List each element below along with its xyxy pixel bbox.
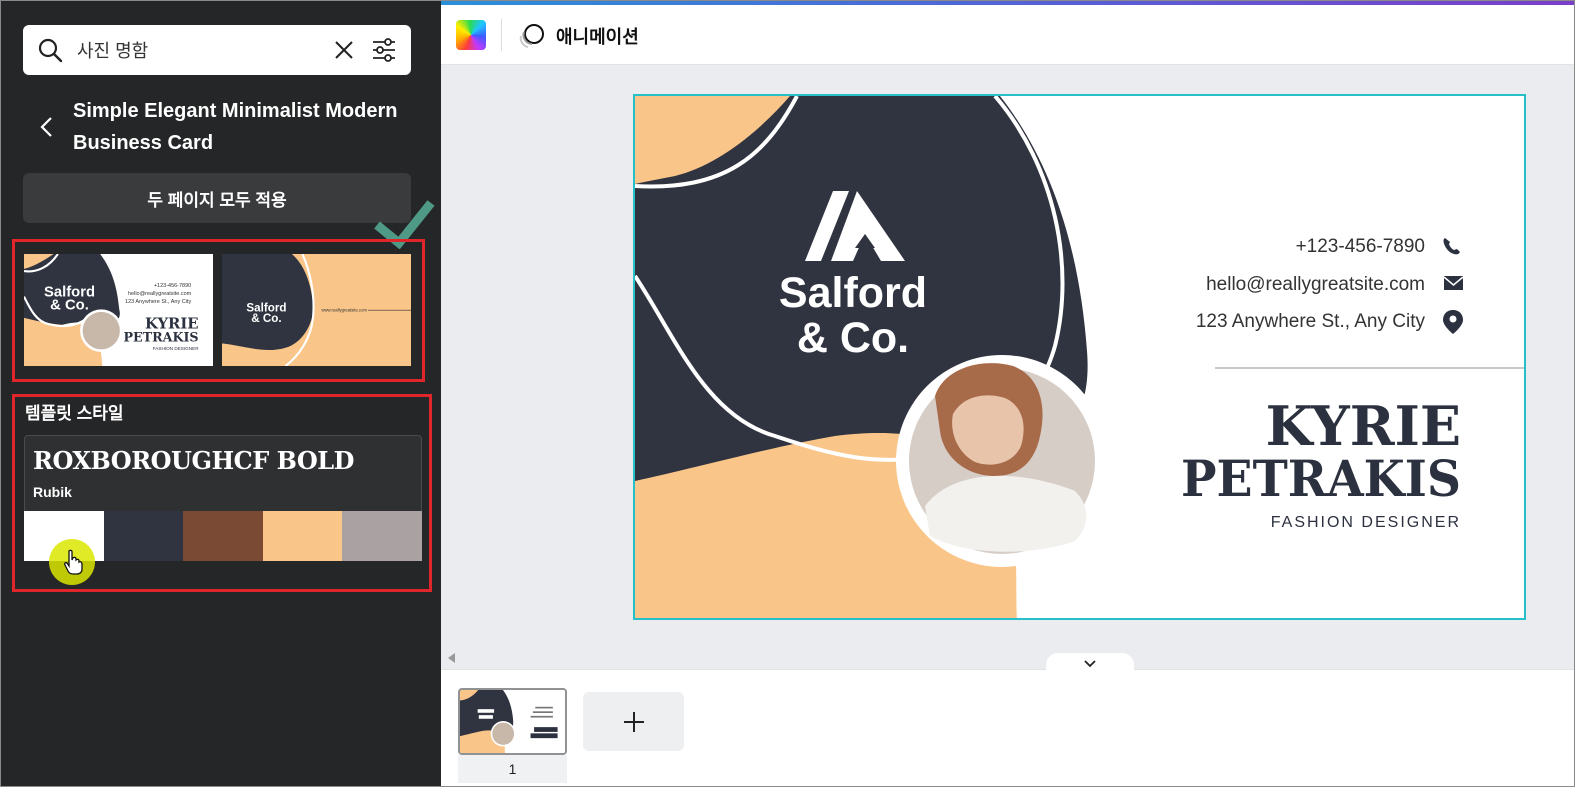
body-font-name: Rubik [33,484,72,500]
phone-text: +123-456-7890 [1296,236,1425,257]
search-bar[interactable]: 사진 명함 [23,25,411,75]
page-thumbnail-1[interactable] [458,688,567,755]
company-name-line2: & Co. [797,314,909,362]
thumb-p2-website: www.reallygreatsite.com [321,307,367,312]
address-text: 123 Anywhere St., Any City [1196,311,1426,332]
font-pair-card[interactable]: ROXBOROUGHCF BOLD Rubik [24,435,422,511]
back-chevron-icon[interactable] [37,113,57,141]
palette-swatch-3[interactable] [183,511,263,561]
template-style-heading: 템플릿 스타일 [25,404,124,423]
thumb-p1-email: hello@reallygreatsite.com [128,291,192,297]
scroll-left-arrow-icon[interactable] [448,653,456,663]
thumb-p1-company-line2: & Co. [50,297,89,313]
thumb-p1-name-line1: KYRIE [145,314,199,332]
palette-swatch-5[interactable] [342,511,422,561]
plus-icon [623,711,644,732]
person-role: FASHION DESIGNER [1271,514,1461,531]
template-title: Simple Elegant Minimalist Modern Busines… [73,100,398,154]
color-picker-button[interactable] [456,20,486,50]
animation-button[interactable]: 애니메이션 [556,23,639,49]
close-icon[interactable] [333,39,355,61]
thumb-p1-role: FASHION DESIGNER [153,346,200,351]
search-icon [38,38,63,63]
heading-font-name: ROXBOROUGHCF BOLD [33,446,354,475]
app-window: 사진 명함 Simple Elegant Minimalist Modern B… [0,0,1575,787]
thumb-p1-name-line2: PETRAKIS [123,330,198,345]
filter-icon[interactable] [371,37,397,63]
palette-swatch-4[interactable] [262,511,343,561]
chevron-down-icon [1084,660,1096,668]
apply-all-pages-button[interactable]: 두 페이지 모두 적용 [23,173,411,223]
template-pages-highlight: Salford & Co. +123-456-7890 hello@really… [12,239,425,382]
hand-cursor-icon [64,549,83,575]
email-text: hello@reallygreatsite.com [1206,274,1425,295]
person-name-line2: PETRAKIS [1181,449,1461,508]
template-sidebar: 사진 명함 Simple Elegant Minimalist Modern B… [1,1,441,786]
toolbar-divider [501,19,502,51]
add-page-button[interactable] [583,692,684,751]
editor-toolbar: 애니메이션 [441,5,1574,65]
thumb-p1-phone: +123-456-7890 [154,283,191,289]
search-input[interactable]: 사진 명함 [77,37,333,63]
page-strip-toggle[interactable] [1046,653,1134,671]
thumb-p1-address: 123 Anywhere St., Any City [125,299,191,305]
animation-icon[interactable] [518,22,546,50]
thumb-p2-company-line2: & Co. [251,312,281,325]
mail-icon [1443,276,1464,290]
page-number-label: 1 [508,761,517,777]
business-card-design[interactable]: Salford & Co. +123-456-7890 hello@really… [633,94,1526,620]
palette-swatch-2[interactable] [103,511,184,561]
template-page-2-thumbnail[interactable]: Salford & Co. www.reallygreatsite.com [222,254,411,366]
company-name-line1: Salford [779,269,927,317]
template-page-1-thumbnail[interactable]: Salford & Co. +123-456-7890 hello@really… [24,254,213,366]
